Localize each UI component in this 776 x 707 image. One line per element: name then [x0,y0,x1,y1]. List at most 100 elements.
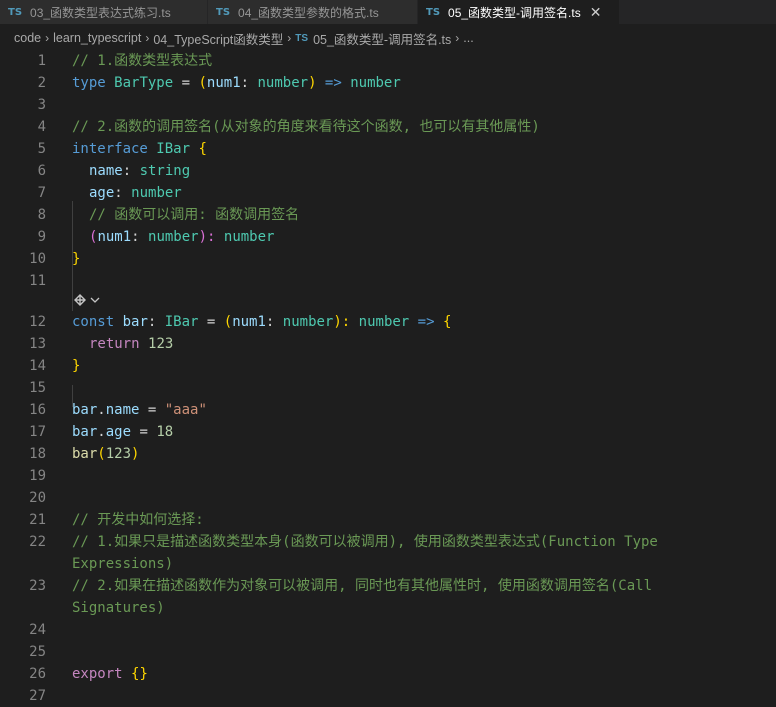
code-text: (num1: number): number [89,226,274,248]
code-text: // 开发中如何选择: [72,512,204,528]
token: return [89,336,140,352]
code-line: 25 [0,641,776,663]
token: . [97,424,106,440]
line-number: 27 [29,688,46,704]
code-text: Expressions) [72,556,174,572]
token: IBar [156,141,191,157]
line-number: 13 [29,336,46,352]
token: number [131,185,182,201]
tab-label: 04_函数类型参数的格式.ts [238,5,379,20]
token: . [97,402,106,418]
token: bar [72,402,98,418]
code-line: 21 // 开发中如何选择: [0,509,776,531]
code-line: 20 [0,487,776,509]
line-number: 12 [29,314,46,330]
tab-05-call-signature[interactable]: TS 05_函数类型-调用签名.ts ✕ [418,0,620,24]
breadcrumb: code › learn_typescript › 04_TypeScript函… [0,24,776,52]
token: ( [97,446,106,462]
breadcrumb-item-file[interactable]: 05_函数类型-调用签名.ts [313,29,451,48]
token: 123 [148,336,174,352]
token: = [173,75,199,91]
tab-04-function-type-params[interactable]: TS 04_函数类型参数的格式.ts [208,0,418,24]
code-line: 7 age: number [0,182,776,204]
token: ) [308,75,317,91]
chevron-right-icon: › [287,31,292,45]
code-line: 2 type BarType = (num1: number) => numbe… [0,72,776,94]
token: number [350,75,401,91]
code-line: 27 [0,685,776,707]
token: type [72,75,106,91]
line-number: 2 [37,75,46,91]
token: : [265,314,283,330]
line-number: 23 [29,578,46,594]
sparkle-chevron-icon [74,294,100,306]
token: number [282,314,334,330]
code-text: // 1.函数类型表达式 [72,53,213,69]
code-line: 10 } [0,248,776,270]
line-number: 15 [29,380,46,396]
code-text: // 2.如果在描述函数作为对象可以被调用, 同时也有其他属性时, 使用函数调用… [72,578,652,594]
code-text: age: number [89,182,182,204]
token: bar [72,446,98,462]
token: = [198,314,224,330]
code-line: 22 // 1.如果只是描述函数类型本身(函数可以被调用), 使用函数类型表达式… [0,531,776,553]
token: number [257,75,309,91]
code-line: 17 bar.age = 18 [0,421,776,443]
chevron-right-icon: › [45,31,50,45]
code-line: 23 // 2.如果在描述函数作为对象可以被调用, 同时也有其他属性时, 使用函… [0,575,776,597]
token: num1 [97,229,132,245]
code-line: 19 [0,465,776,487]
code-line: 16 bar.name = "aaa" [0,399,776,421]
code-line: 6 name: string [0,160,776,182]
line-number-blank [0,553,46,575]
code-line: 11 [0,270,776,292]
code-line: 8 // 函数可以调用: 函数调用签名 [0,204,776,226]
token: : [131,229,149,245]
close-icon[interactable]: ✕ [590,4,602,21]
token: = [139,402,165,418]
typescript-file-icon: TS [426,6,441,18]
tab-03-function-type-expression[interactable]: TS 03_函数类型表达式练习.ts [0,0,208,24]
line-number: 26 [29,666,46,682]
token: number [223,229,275,245]
typescript-file-icon: TS [8,6,23,18]
token: = [131,424,157,440]
token: string [139,163,191,179]
typescript-file-icon: TS [295,32,309,44]
token: 18 [156,424,174,440]
tab-label: 03_函数类型表达式练习.ts [30,5,171,20]
token: name [105,402,140,418]
breadcrumb-item-symbols[interactable]: ... [463,31,473,45]
token: => [409,314,443,330]
code-text: bar.name = "aaa" [72,399,207,421]
token: ): [198,229,224,245]
code-line-wrap: Signatures) [0,597,776,619]
token: age [105,424,132,440]
code-line: 12 const bar: IBar = (num1: number): num… [0,311,776,333]
line-number: 8 [37,207,46,223]
line-number: 17 [29,424,46,440]
code-line: 24 [0,619,776,641]
token: number [148,229,199,245]
code-line: 9 (num1: number): number [0,226,776,248]
code-text: // 函数可以调用: 函数调用签名 [89,207,300,223]
token: "aaa" [164,402,207,418]
line-number: 3 [37,97,46,113]
code-text: bar.age = 18 [72,421,173,443]
token: num1 [206,75,241,91]
code-text: // 2.函数的调用签名(从对象的角度来看待这个函数, 也可以有其他属性) [72,119,540,135]
line-number: 16 [29,402,46,418]
code-text: } [72,251,81,267]
line-number: 19 [29,468,46,484]
breadcrumb-item-learn-typescript[interactable]: learn_typescript [53,31,141,45]
breadcrumb-item-code[interactable]: code [14,31,41,45]
code-line: 26 export {} [0,663,776,685]
line-number: 21 [29,512,46,528]
tab-label: 05_函数类型-调用签名.ts [448,5,581,20]
breadcrumb-item-folder[interactable]: 04_TypeScript函数类型 [153,29,283,48]
token: ) [131,446,140,462]
token: num1 [232,314,266,330]
line-number-blank [0,597,46,619]
